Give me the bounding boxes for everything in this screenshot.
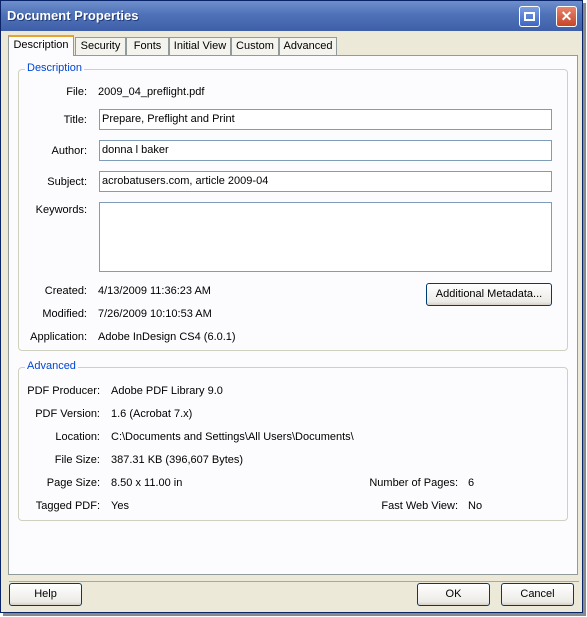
additional-metadata-button[interactable]: Additional Metadata... (426, 283, 552, 306)
window-restore-icon (524, 12, 535, 21)
number-of-pages-label: Number of Pages: (369, 477, 458, 489)
tab-description[interactable]: Description (8, 35, 74, 56)
author-label: Author: (51, 145, 87, 157)
page-size-value: 8.50 x 11.00 in (111, 477, 183, 489)
tab-initial-view[interactable]: Initial View (169, 37, 231, 55)
window-restore-button[interactable] (519, 6, 540, 27)
keywords-field[interactable] (99, 202, 552, 272)
tab-fonts[interactable]: Fonts (126, 37, 169, 55)
modified-label: Modified: (42, 308, 87, 320)
tab-custom[interactable]: Custom (231, 37, 279, 55)
application-value: Adobe InDesign CS4 (6.0.1) (98, 331, 236, 343)
description-group: Description File: 2009_04_preflight.pdf … (18, 62, 568, 351)
description-panel: Description File: 2009_04_preflight.pdf … (8, 55, 578, 575)
location-value: C:\Documents and Settings\All Users\Docu… (111, 431, 354, 443)
tab-security[interactable]: Security (75, 37, 126, 55)
keywords-label: Keywords: (35, 204, 87, 216)
title-label: Title: (63, 114, 87, 126)
title-bar: Document Properties ✕ (1, 1, 582, 31)
pdf-version-label: PDF Version: (35, 408, 100, 420)
location-label: Location: (55, 431, 100, 443)
help-button[interactable]: Help (9, 583, 82, 606)
number-of-pages-value: 6 (468, 477, 475, 489)
description-group-label: Description (25, 62, 85, 74)
page-size-label: Page Size: (46, 477, 100, 489)
footer-divider (9, 581, 579, 582)
advanced-group-label: Advanced (25, 360, 78, 372)
pdf-producer-label: PDF Producer: (27, 385, 100, 397)
author-field[interactable]: donna l baker (99, 140, 552, 161)
cancel-button[interactable]: Cancel (501, 583, 574, 606)
created-value: 4/13/2009 11:36:23 AM (98, 285, 211, 297)
tab-advanced[interactable]: Advanced (279, 37, 337, 55)
window-title: Document Properties (7, 8, 139, 23)
document-properties-dialog: Document Properties ✕ Description Securi… (0, 0, 583, 613)
advanced-group: Advanced PDF Producer: Adobe PDF Library… (18, 360, 568, 521)
fast-web-view-value: No (468, 500, 483, 512)
pdf-producer-value: Adobe PDF Library 9.0 (111, 385, 223, 397)
subject-label: Subject: (47, 176, 87, 188)
close-button[interactable]: ✕ (556, 6, 577, 27)
file-label: File: (66, 86, 87, 98)
close-icon: ✕ (560, 8, 573, 24)
file-size-value: 387.31 KB (396,607 Bytes) (111, 454, 244, 466)
subject-field[interactable]: acrobatusers.com, article 2009-04 (99, 171, 552, 192)
tagged-pdf-label: Tagged PDF: (35, 500, 100, 512)
pdf-version-value: 1.6 (Acrobat 7.x) (111, 408, 193, 420)
tagged-pdf-value: Yes (111, 500, 129, 512)
file-size-label: File Size: (54, 454, 100, 466)
created-label: Created: (44, 285, 87, 297)
file-value: 2009_04_preflight.pdf (98, 86, 205, 98)
modified-value: 7/26/2009 10:10:53 AM (98, 308, 212, 320)
fast-web-view-label: Fast Web View: (381, 500, 458, 512)
application-label: Application: (30, 331, 87, 343)
title-field[interactable]: Prepare, Preflight and Print (99, 109, 552, 130)
ok-button[interactable]: OK (417, 583, 490, 606)
